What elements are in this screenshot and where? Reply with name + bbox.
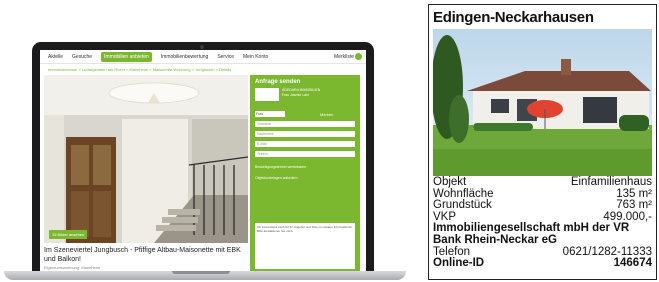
detail-label: Objekt: [433, 176, 467, 188]
phone-field[interactable]: [255, 151, 355, 157]
listing-title: Im Szeneviertel Jungbusch - Pfiffige Alt…: [44, 247, 241, 263]
staircase-image: [44, 75, 248, 243]
nav-item-gesuche[interactable]: Gesuche: [72, 54, 92, 60]
nav-item-service[interactable]: Service: [217, 54, 234, 60]
nav-item-aktuelle[interactable]: Aktelle: [48, 54, 63, 60]
house-image: [433, 29, 652, 176]
print-listing-card: Edingen-Neckarhausen Objekt Einfamilienh…: [428, 4, 657, 280]
nav-item-konto[interactable]: Mein Konto: [243, 54, 268, 60]
breadcrumb[interactable]: Immobilienbörse > Ludwigshafen am Rhein …: [48, 67, 231, 72]
salutation-value: Frau: [256, 112, 264, 116]
laptop-lid: Aktelle Gesuche Immobilien anbieten Immo…: [32, 42, 374, 272]
agent-logo: [255, 88, 279, 101]
agent-name: ADEDARA IMMOBILIEN Frau Jasmin Lahr: [282, 88, 356, 98]
checkbox-documents[interactable]: Objektunterlagen anfordern: [255, 176, 298, 180]
agency-name-line2: Bank Rhein-Neckar eG: [433, 233, 557, 246]
agent-contact: Frau Jasmin Lahr: [282, 93, 310, 97]
detail-row: Objekt Einfamilienhaus: [433, 176, 652, 189]
checkbox-viewing[interactable]: Besichtigungstermin vereinbaren: [255, 165, 306, 169]
laptop-mockup: Aktelle Gesuche Immobilien anbieten Immo…: [0, 0, 420, 282]
email-field[interactable]: [255, 141, 355, 147]
listing-subtitle: Eigentumswohnung, Mannheim: [44, 265, 101, 270]
merkliste-count-badge: [355, 53, 362, 60]
online-id-value: 146674: [613, 257, 652, 270]
agent-company: ADEDARA IMMOBILIEN: [282, 88, 321, 92]
message-textarea[interactable]: Ich interessiere mich für Ihr Angebot un…: [255, 223, 355, 269]
nav-item-bewertung[interactable]: Immobilienbewertung: [161, 54, 209, 60]
bookmark-button[interactable]: Merken: [320, 112, 333, 117]
gallery-button[interactable]: 15 Bilder ansehen: [49, 230, 88, 239]
detail-value: Einfamilienhaus: [570, 176, 652, 188]
online-id-row: Online-ID 146674: [433, 258, 652, 270]
webcam-icon: [200, 45, 204, 49]
listing-photo[interactable]: 15 Bilder ansehen: [44, 75, 248, 243]
house-photo: [433, 29, 652, 176]
online-id-label: Online-ID: [433, 257, 485, 270]
firstname-placeholder: Vorname: [257, 122, 272, 126]
laptop-notch: [172, 271, 230, 274]
nav-item-anbieten[interactable]: Immobilien anbieten: [101, 51, 152, 62]
listing-location-title: Edingen-Neckarhausen: [433, 9, 594, 26]
contact-form-heading: Anfrage senden: [255, 79, 301, 85]
email-placeholder: E-Mail: [257, 142, 267, 146]
laptop-screen: Aktelle Gesuche Immobilien anbieten Immo…: [40, 50, 366, 272]
lastname-placeholder: Nachname: [257, 132, 274, 136]
listing-details: Objekt Einfamilienhaus Wohnfläche 135 m²…: [433, 176, 652, 270]
phone-placeholder: Telefon: [257, 152, 269, 156]
site-nav: Aktelle Gesuche Immobilien anbieten Immo…: [40, 50, 366, 64]
merkliste-link[interactable]: Merkliste: [334, 54, 354, 60]
contact-form: Anfrage senden ADEDARA IMMOBILIEN Frau J…: [250, 75, 360, 272]
